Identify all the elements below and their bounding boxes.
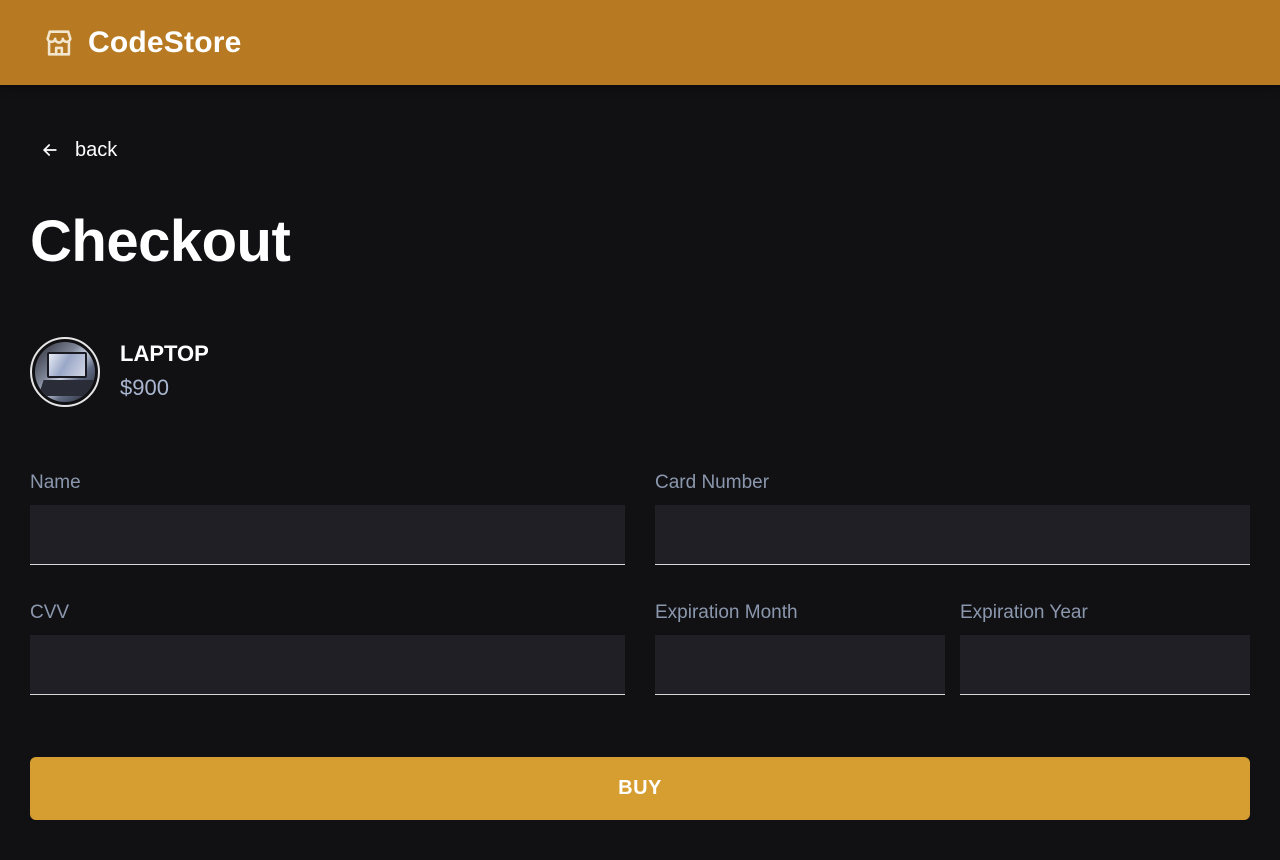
- exp-year-field-group: Expiration Year: [960, 600, 1250, 696]
- top-bar: CodeStore: [0, 0, 1280, 85]
- exp-month-label: Expiration Month: [655, 602, 798, 623]
- back-link[interactable]: back: [38, 135, 117, 165]
- brand-name[interactable]: CodeStore: [88, 26, 242, 60]
- arrow-left-icon: [38, 138, 62, 162]
- cvv-field-group: CVV: [30, 600, 625, 696]
- exp-month-field-group: Expiration Month: [655, 600, 945, 696]
- card-number-field-group: Card Number: [655, 470, 1250, 566]
- name-field-group: Name: [30, 470, 625, 566]
- cvv-input[interactable]: [30, 635, 625, 695]
- exp-month-input[interactable]: [655, 635, 945, 695]
- product-image: [30, 337, 100, 407]
- laptop-photo: [35, 342, 95, 402]
- name-input[interactable]: [30, 505, 625, 565]
- name-label: Name: [30, 472, 81, 493]
- product-price: $900: [120, 375, 169, 400]
- store-icon[interactable]: [42, 26, 76, 60]
- product-name: LAPTOP: [120, 341, 209, 366]
- exp-year-input[interactable]: [960, 635, 1250, 695]
- back-label: back: [75, 138, 118, 161]
- buy-button[interactable]: BUY: [30, 757, 1250, 820]
- card-number-input[interactable]: [655, 505, 1250, 565]
- product-summary: LAPTOP $900: [30, 337, 209, 407]
- cvv-label: CVV: [30, 602, 70, 623]
- exp-year-label: Expiration Year: [960, 602, 1088, 623]
- card-number-label: Card Number: [655, 472, 770, 493]
- page-title: Checkout: [30, 209, 291, 274]
